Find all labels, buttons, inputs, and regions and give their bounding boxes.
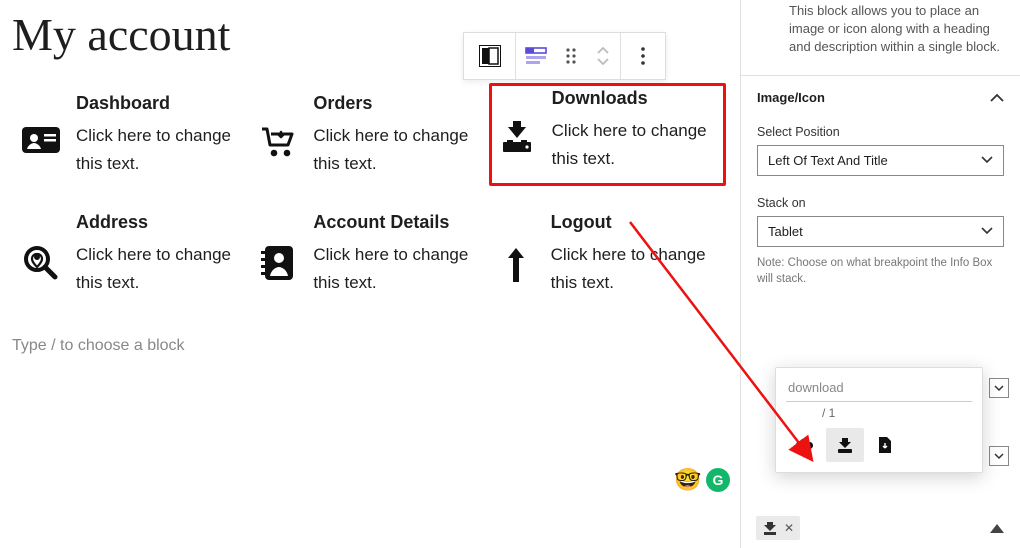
info-box-downloads[interactable]: Downloads Click here to change this text… [489,83,726,186]
panel-image-icon[interactable]: Image/Icon [741,76,1020,119]
info-box-account-details[interactable]: Account Details Click here to change thi… [257,208,482,297]
block-description: This block allows you to place an image … [741,0,1020,75]
cart-icon [257,93,299,159]
download-icon [496,88,538,156]
info-box-grid: Dashboard Click here to change this text… [8,89,732,297]
info-box-title: Logout [551,212,720,233]
info-box-dashboard[interactable]: Dashboard Click here to change this text… [20,89,245,180]
position-select[interactable]: Left Of Text And Title [757,145,1004,176]
stack-label: Stack on [757,196,1004,210]
icon-option-cloud-download[interactable] [786,428,824,462]
id-card-icon [20,93,62,155]
block-toolbar [463,32,666,80]
info-box-desc[interactable]: Click here to change this text. [76,122,245,178]
icon-picker-popover: / 1 [775,367,983,473]
info-box-title: Account Details [313,212,482,233]
info-box-desc[interactable]: Click here to change this text. [552,117,717,173]
icon-option-download[interactable] [826,428,864,462]
icon-option-file-download[interactable] [866,428,904,462]
info-box-desc[interactable]: Click here to change this text. [76,241,245,297]
block-appender[interactable]: Type / to choose a block [8,337,732,355]
chevron-down-icon [981,156,993,164]
chevron-up-icon [990,93,1004,102]
info-box-desc[interactable]: Click here to change this text. [313,241,482,297]
grammarly-icon[interactable]: G [706,468,730,492]
remove-icon[interactable]: ✕ [784,521,794,535]
info-box-title: Orders [313,93,482,114]
selected-icon-chip-row: ✕ [756,516,1004,540]
info-box-address[interactable]: Address Click here to change this text. [20,208,245,297]
chevron-down-icon [981,227,993,235]
info-box-orders[interactable]: Orders Click here to change this text. [257,89,482,180]
contacts-icon [257,212,299,282]
move-buttons[interactable] [586,33,620,79]
more-options-button[interactable] [621,33,665,79]
stack-select[interactable]: Tablet [757,216,1004,247]
selected-icon-chip[interactable]: ✕ [756,516,800,540]
arrow-up-icon [495,212,537,284]
block-type-button[interactable] [464,33,516,79]
stack-note: Note: Choose on what breakpoint the Info… [757,255,1004,287]
icon-search-input[interactable] [786,376,972,402]
align-button[interactable] [516,33,556,79]
info-box-desc[interactable]: Click here to change this text. [313,122,482,178]
info-box-title: Dashboard [76,93,245,114]
info-box-desc[interactable]: Click here to change this text. [551,241,720,297]
icon-pager: / 1 [786,402,972,428]
info-box-title: Address [76,212,245,233]
info-box-logout[interactable]: Logout Click here to change this text. [495,208,720,297]
scroll-up-icon[interactable] [990,524,1004,533]
magnify-pin-icon [20,212,62,282]
position-label: Select Position [757,125,1004,139]
info-box-title: Downloads [552,88,717,109]
emoji-icon[interactable]: 🤓 [676,468,700,492]
hidden-select-1[interactable] [989,378,1009,398]
drag-handle-icon[interactable] [556,33,586,79]
hidden-select-2[interactable] [989,446,1009,466]
